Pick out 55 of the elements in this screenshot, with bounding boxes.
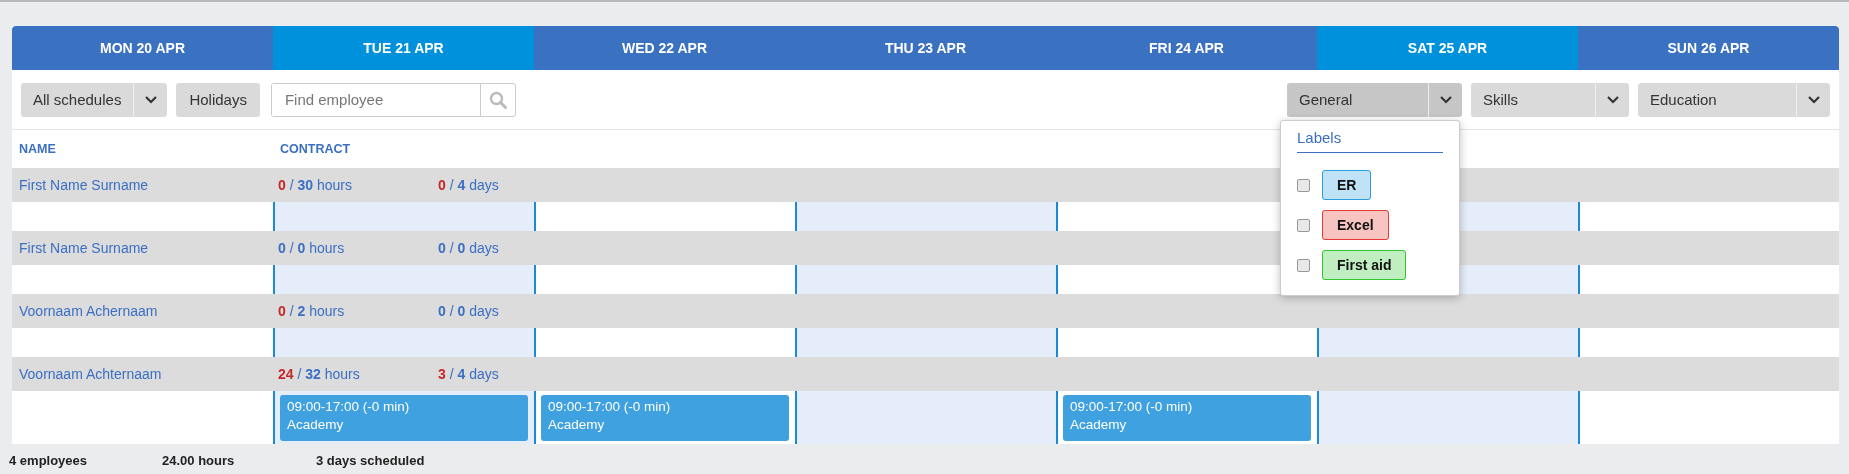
day-header[interactable]: THU 23 APR bbox=[795, 26, 1056, 70]
shift-block[interactable]: 09:00-17:00 (-0 min) Academy bbox=[541, 395, 789, 441]
day-cell[interactable] bbox=[273, 202, 534, 231]
employee-name[interactable]: Voornaam Achternaam bbox=[12, 366, 273, 382]
day-header[interactable]: SUN 26 APR bbox=[1578, 26, 1839, 70]
column-header: NAME bbox=[18, 142, 57, 156]
checkbox[interactable] bbox=[1297, 258, 1310, 272]
summary-text: 3 days scheduled bbox=[316, 453, 425, 468]
search-field[interactable]: Find employee bbox=[270, 82, 516, 117]
chevron-down-icon bbox=[143, 94, 158, 105]
day-cell[interactable] bbox=[795, 265, 1056, 294]
contract-count: 0 / 30 hours bbox=[278, 177, 353, 193]
day-cell[interactable]: 09:00-17:00 (-0 min) Academy bbox=[273, 391, 534, 444]
contract-count: 24 / 32 hours bbox=[278, 366, 361, 382]
employee-name[interactable]: Voornaam Achernaam bbox=[12, 303, 273, 319]
summary-text: 4 employees bbox=[9, 453, 89, 468]
contract-count: 0 / 2 hours bbox=[278, 303, 346, 319]
filter-select[interactable]: Education bbox=[1638, 82, 1830, 117]
chevron-down-icon bbox=[1605, 94, 1620, 105]
dropdown-title: Labels bbox=[1297, 129, 1443, 153]
checkbox[interactable] bbox=[1297, 178, 1310, 192]
contract-count: 0 / 4 days bbox=[438, 177, 500, 193]
search-icon[interactable] bbox=[488, 90, 507, 109]
checkbox[interactable] bbox=[1297, 218, 1310, 232]
chevron-down-icon bbox=[1806, 94, 1821, 105]
chevron-down-icon bbox=[1438, 94, 1453, 105]
contract-count: 3 / 4 days bbox=[438, 366, 500, 382]
day-cell[interactable] bbox=[1317, 328, 1578, 357]
column-header: CONTRACT bbox=[279, 142, 352, 156]
employee-name[interactable]: First Name Surname bbox=[12, 240, 273, 256]
filter-select[interactable]: Skills bbox=[1471, 82, 1629, 117]
day-header[interactable]: WED 22 APR bbox=[534, 26, 795, 70]
day-cell[interactable] bbox=[795, 328, 1056, 357]
day-header[interactable]: MON 20 APR bbox=[12, 26, 273, 70]
contract-count: 0 / 0 days bbox=[438, 240, 500, 256]
day-cell[interactable] bbox=[273, 265, 534, 294]
shift-block[interactable]: 09:00-17:00 (-0 min) Academy bbox=[1063, 395, 1311, 441]
day-header[interactable]: TUE 21 APR bbox=[273, 26, 534, 70]
day-cell[interactable] bbox=[273, 328, 534, 357]
shift-block[interactable]: 09:00-17:00 (-0 min) Academy bbox=[280, 395, 528, 441]
summary-text: 24.00 hours bbox=[162, 453, 236, 468]
label-tag: First aid bbox=[1322, 250, 1407, 280]
day-cell[interactable] bbox=[795, 202, 1056, 231]
day-header[interactable]: FRI 24 APR bbox=[1056, 26, 1317, 70]
day-cell[interactable] bbox=[795, 391, 1056, 444]
employee-name[interactable]: First Name Surname bbox=[12, 177, 273, 193]
contract-count: 0 / 0 days bbox=[438, 303, 500, 319]
day-cell[interactable] bbox=[1317, 391, 1578, 444]
schedule-select[interactable]: All schedules bbox=[21, 82, 168, 117]
label-tag: Excel bbox=[1322, 210, 1389, 240]
label-tag: ER bbox=[1322, 170, 1372, 200]
filter-select[interactable]: General bbox=[1287, 82, 1462, 117]
day-header[interactable]: SAT 25 APR bbox=[1317, 26, 1578, 70]
contract-count: 0 / 0 hours bbox=[278, 240, 346, 256]
holidays-button[interactable]: Holidays bbox=[176, 82, 260, 117]
